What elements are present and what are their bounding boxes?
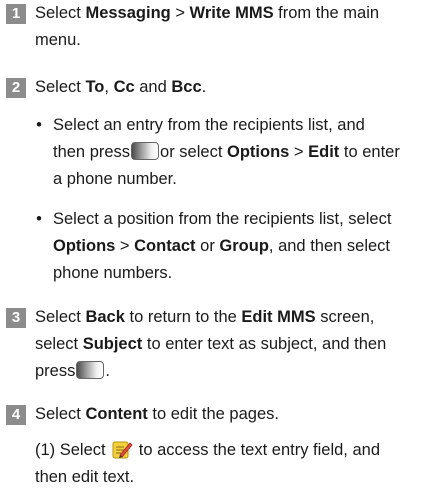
step-line: menu.: [35, 31, 81, 49]
step-number: 1: [6, 4, 26, 24]
sub-step: (1) Select to access the text entry fiel…: [35, 437, 435, 491]
step-text: Select Messaging > Write MMS from the ma…: [35, 0, 435, 54]
step-text: Select Content to edit the pages.: [35, 405, 279, 423]
step-text: Select To, Cc and Bcc.: [35, 74, 435, 101]
navigation-key-icon: [76, 361, 105, 379]
step-number: 3: [6, 308, 26, 328]
edit-text-icon: [112, 441, 133, 459]
bullet-mark: •: [36, 210, 42, 228]
bullet-text: Select a position from the recipients li…: [53, 210, 392, 282]
step-line: Select To, Cc and Bcc.: [35, 78, 207, 96]
step-text: Select Back to return to the Edit MMS sc…: [35, 308, 387, 380]
navigation-key-icon: [131, 142, 160, 160]
step-number: 2: [6, 78, 26, 98]
bullet-mark: •: [36, 116, 42, 134]
bullet-text: Select an entry from the recipients list…: [53, 116, 400, 188]
step-number: 4: [6, 405, 26, 425]
step-line: Select Messaging > Write MMS from the ma…: [35, 4, 380, 22]
